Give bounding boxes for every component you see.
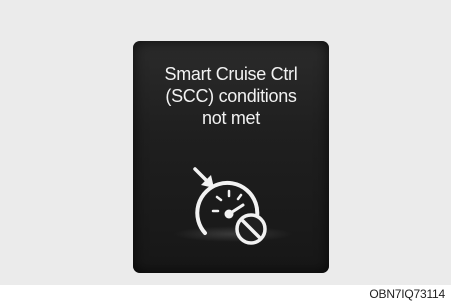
figure-code: OBN7IQ73114 [369,287,445,301]
prohibited-icon [235,213,267,245]
arrow-icon [193,167,214,188]
cluster-display: Smart Cruise Ctrl (SCC) conditions not m… [133,41,329,273]
warning-message-line-1: Smart Cruise Ctrl [164,64,298,84]
illustration-frame: Smart Cruise Ctrl (SCC) conditions not m… [0,0,451,285]
cruise-control-disabled-icon [193,167,267,245]
warning-message: Smart Cruise Ctrl (SCC) conditions not m… [133,63,329,129]
warning-message-line-3: not met [202,108,260,128]
warning-message-line-2: (SCC) conditions [165,86,297,106]
